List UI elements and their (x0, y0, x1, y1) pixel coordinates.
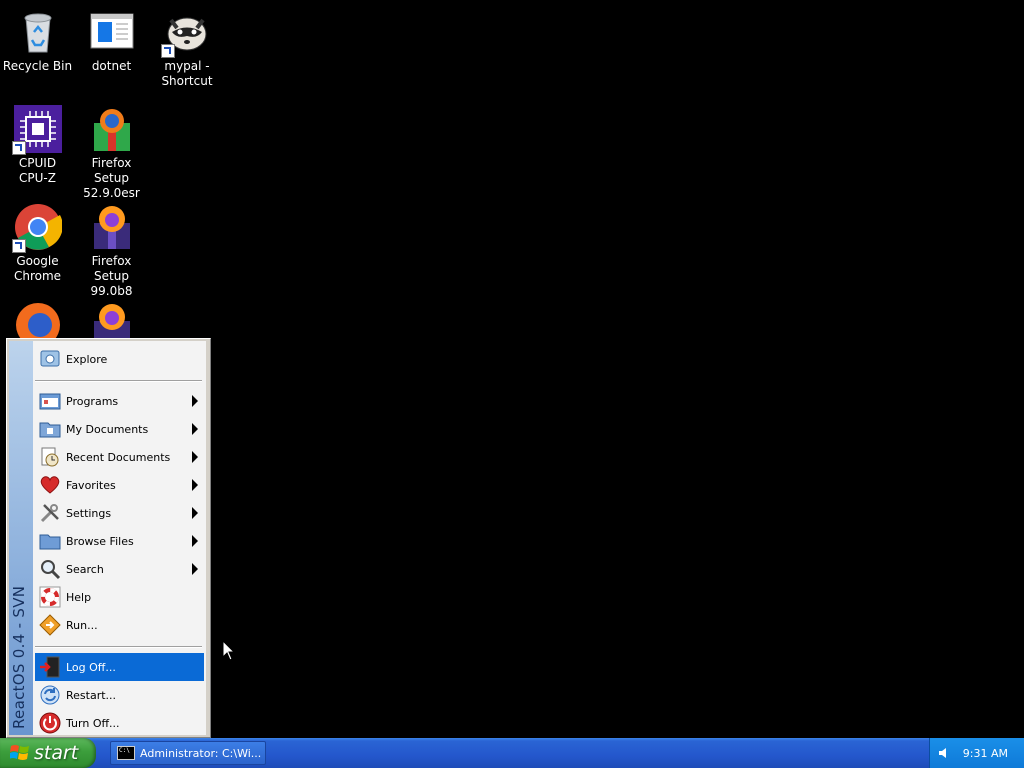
menu-separator (35, 380, 202, 382)
clock[interactable]: 9:31 AM (963, 747, 1008, 760)
start-menu: ReactOS 0.4 - SVN Explore Programs My Do… (6, 338, 211, 738)
menu-item-label: My Documents (66, 422, 149, 436)
firefox-installer-box-icon (88, 105, 136, 153)
folder-icon (39, 530, 61, 552)
firefox-installer-box-icon (88, 301, 136, 338)
menu-item-run[interactable]: Run... (35, 611, 204, 639)
submenu-arrow-icon (192, 395, 198, 407)
firefox-icon (14, 301, 62, 338)
menu-item-browse-files[interactable]: Browse Files (35, 527, 204, 555)
firefox-installer-box-icon (88, 203, 136, 251)
menu-item-settings[interactable]: Settings (35, 499, 204, 527)
system-tray: 9:31 AM (929, 738, 1024, 768)
settings-icon (39, 502, 61, 524)
cpu-chip-icon (11, 105, 62, 155)
desktop-icon-firefox-setup-52[interactable]: Firefox Setup 52.9.0esr (74, 105, 149, 201)
help-lifebuoy-icon (39, 586, 61, 608)
menu-item-label: Favorites (66, 478, 116, 492)
menu-item-label: Search (66, 562, 104, 576)
programs-icon (39, 390, 61, 412)
menu-item-label: Log Off... (66, 660, 116, 674)
taskbar: start Administrator: C:\Wi... 9:31 AM (0, 738, 1024, 768)
menu-item-label: Restart... (66, 688, 117, 702)
recycle-bin-icon (14, 8, 62, 56)
volume-icon[interactable] (938, 747, 950, 759)
shortcut-arrow-icon (11, 239, 26, 253)
recent-documents-icon (39, 446, 61, 468)
submenu-arrow-icon (192, 423, 198, 435)
desktop-icon-label: Firefox Setup 99.0b8 (90, 254, 133, 298)
menu-item-label: Programs (66, 394, 119, 408)
windows-flag-icon (9, 743, 30, 763)
banner-text: ReactOS 0.4 - SVN (10, 585, 28, 729)
menu-item-favorites[interactable]: Favorites (35, 471, 204, 499)
application-window-icon (88, 8, 136, 56)
submenu-arrow-icon (192, 535, 198, 547)
menu-item-help[interactable]: Help (35, 583, 204, 611)
desktop-icon-label: Recycle Bin (2, 59, 73, 73)
menu-item-restart[interactable]: Restart... (35, 681, 204, 709)
desktop-icon-firefox-setup-99[interactable]: Firefox Setup 99.0b8 (74, 203, 149, 299)
desktop-icon-label: mypal - Shortcut (161, 59, 213, 88)
desktop-icon-label: Google Chrome (13, 254, 62, 283)
menu-item-my-documents[interactable]: My Documents (35, 415, 204, 443)
menu-item-label: Run... (66, 618, 98, 632)
power-icon (39, 712, 61, 734)
submenu-arrow-icon (192, 479, 198, 491)
magnifier-icon (39, 558, 61, 580)
menu-separator (35, 646, 202, 648)
desktop-icon-label: dotnet (91, 59, 132, 73)
raccoon-icon (161, 8, 211, 58)
menu-item-label: Explore (66, 352, 108, 366)
shortcut-arrow-icon (161, 44, 175, 58)
menu-item-label: Settings (66, 506, 112, 520)
heart-icon (39, 474, 61, 496)
menu-item-log-off[interactable]: Log Off... (35, 653, 204, 681)
desktop-icon-dotnet[interactable]: dotnet (74, 8, 149, 74)
desktop-icon-google-chrome[interactable]: Google Chrome (0, 203, 75, 284)
menu-item-label: Turn Off... (66, 716, 120, 730)
desktop-icon-recycle-bin[interactable]: Recycle Bin (0, 8, 75, 74)
desktop-icon-cpuz[interactable]: CPUID CPU-Z (0, 105, 75, 186)
log-off-icon (39, 656, 61, 678)
chrome-icon (11, 203, 63, 253)
start-menu-banner: ReactOS 0.4 - SVN (9, 341, 33, 735)
start-button[interactable]: start (0, 738, 96, 768)
desktop-icon-mypal-shortcut[interactable]: mypal - Shortcut (149, 8, 225, 89)
command-prompt-icon (117, 746, 135, 760)
my-documents-icon (39, 418, 61, 440)
submenu-arrow-icon (192, 451, 198, 463)
desktop-icon-firefox[interactable] (0, 301, 75, 338)
menu-item-programs[interactable]: Programs (35, 387, 204, 415)
taskbar-button-command-prompt[interactable]: Administrator: C:\Wi... (110, 741, 266, 765)
start-label: start (34, 742, 79, 764)
submenu-arrow-icon (192, 563, 198, 575)
desktop-icon-firefox-setup-partial[interactable] (74, 301, 149, 338)
desktop-icon-label: CPUID CPU-Z (18, 156, 57, 185)
menu-item-recent-documents[interactable]: Recent Documents (35, 443, 204, 471)
menu-item-label: Browse Files (66, 534, 134, 548)
menu-item-turn-off[interactable]: Turn Off... (35, 709, 204, 737)
menu-item-explore[interactable]: Explore (35, 345, 204, 373)
restart-icon (39, 684, 61, 706)
submenu-arrow-icon (192, 507, 198, 519)
taskbar-button-label: Administrator: C:\Wi... (140, 746, 262, 760)
menu-item-label: Recent Documents (66, 450, 171, 464)
explore-icon (39, 348, 61, 370)
run-icon (39, 614, 61, 636)
menu-item-label: Help (66, 590, 92, 604)
shortcut-arrow-icon (11, 141, 26, 155)
desktop-icon-label: Firefox Setup 52.9.0esr (83, 156, 140, 200)
start-menu-items: Explore Programs My Documents Recent Doc… (33, 341, 206, 735)
menu-item-search[interactable]: Search (35, 555, 204, 583)
